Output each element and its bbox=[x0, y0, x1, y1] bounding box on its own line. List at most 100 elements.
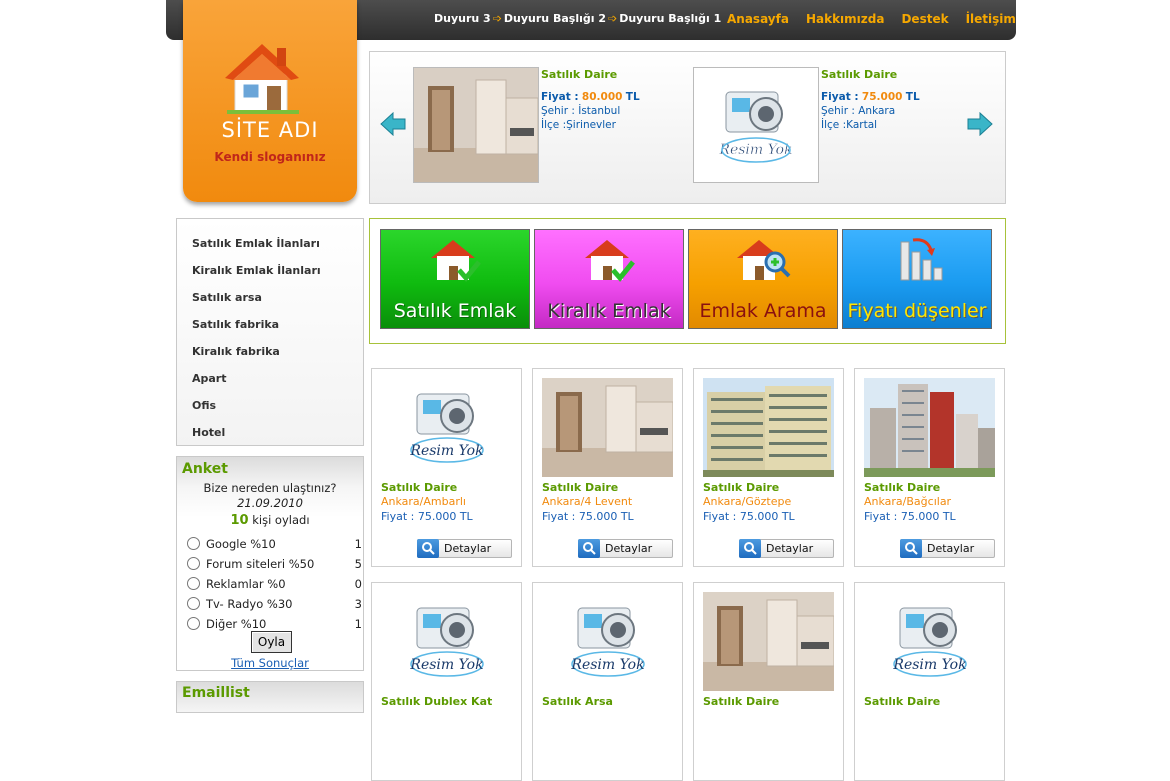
option-count: 3 bbox=[354, 597, 362, 611]
slide-title[interactable]: Satılık Daire bbox=[821, 68, 920, 82]
svg-text:Resim Yok: Resim Yok bbox=[570, 657, 644, 673]
vote-button[interactable]: Oyla bbox=[251, 631, 292, 653]
listing-card[interactable]: Resim Yok Satılık Arsa bbox=[532, 582, 683, 781]
radio-button[interactable] bbox=[187, 537, 200, 550]
listing-location: Ankara/Göztepe bbox=[703, 495, 792, 508]
no-image-placeholder: Resim Yok bbox=[864, 592, 995, 691]
radio-button[interactable] bbox=[187, 557, 200, 570]
sidebar-item-hotel[interactable]: Hotel bbox=[192, 426, 225, 439]
listing-card[interactable]: Satılık Daire bbox=[693, 582, 844, 781]
poll-vote-count: 10 kişi oyladı bbox=[177, 513, 363, 528]
vote-count: 10 bbox=[230, 513, 249, 528]
details-button[interactable]: Detaylar bbox=[739, 539, 834, 558]
no-image-placeholder: Resim Yok bbox=[694, 68, 818, 182]
poll-date: 21.09.2010 bbox=[237, 496, 303, 510]
nav-contact[interactable]: İletişim bbox=[966, 12, 1016, 26]
price-value: 75.000 bbox=[861, 91, 903, 103]
listing-card[interactable]: Resim Yok Satılık Dublex Kat bbox=[371, 582, 522, 781]
poll-option[interactable]: Tv- Radyo %30 3 bbox=[187, 597, 363, 611]
sidebar-item-kiralik-emlak[interactable]: Kiralık Emlak İlanları bbox=[192, 264, 321, 277]
sidebar-item-apart[interactable]: Apart bbox=[192, 372, 227, 385]
listing-price: Fiyat : 75.000 TL bbox=[703, 510, 795, 523]
listing-card[interactable]: Resim Yok Satılık Daire Ankara/Ambarlı Fiy… bbox=[371, 368, 522, 567]
option-count: 1 bbox=[354, 537, 362, 551]
option-label: Google %10 bbox=[206, 537, 276, 551]
listing-card[interactable]: Satılık Daire Ankara/Bağcılar Fiyat : 75.0… bbox=[854, 368, 1005, 567]
listing-photo[interactable] bbox=[703, 592, 834, 691]
announcement-item[interactable]: Duyuru Başlığı 1 bbox=[619, 12, 721, 25]
nav-about[interactable]: Hakkımızda bbox=[806, 12, 885, 26]
listing-location: Ankara/Ambarlı bbox=[381, 495, 466, 508]
listing-title[interactable]: Satılık Daire bbox=[381, 481, 457, 494]
listing-card[interactable]: Satılık Daire Ankara/Göztepe Fiyat : 75.00… bbox=[693, 368, 844, 567]
sidebar-item-kiralik-fabrika[interactable]: Kiralık fabrika bbox=[192, 345, 280, 358]
poll-option[interactable]: Diğer %10 1 bbox=[187, 617, 363, 631]
sidebar-item-satilik-emlak[interactable]: Satılık Emlak İlanları bbox=[192, 237, 320, 250]
radio-button[interactable] bbox=[187, 597, 200, 610]
featured-slider: Satılık Daire Fiyat : 80.000 TL Şehir : … bbox=[369, 51, 1006, 204]
arrow-left-icon[interactable] bbox=[380, 112, 406, 136]
details-button[interactable]: Detaylar bbox=[900, 539, 995, 558]
announcement-item[interactable]: Duyuru 3 bbox=[434, 12, 491, 25]
radio-button[interactable] bbox=[187, 577, 200, 590]
category-satilik-emlak[interactable]: Satılık Emlak bbox=[380, 229, 530, 329]
price-label: Fiyat : bbox=[541, 91, 579, 103]
sidebar-item-ofis[interactable]: Ofis bbox=[192, 399, 216, 412]
listing-photo[interactable]: Resim Yok bbox=[542, 592, 673, 691]
option-label: Forum siteleri %50 bbox=[206, 557, 315, 571]
no-image-placeholder: Resim Yok bbox=[542, 592, 673, 691]
slide-title[interactable]: Satılık Daire bbox=[541, 68, 640, 82]
all-results-link[interactable]: Tüm Sonuçlar bbox=[177, 656, 363, 670]
district: İlçe :Şirinevler bbox=[541, 119, 616, 131]
listing-photo[interactable] bbox=[703, 378, 834, 477]
radio-button[interactable] bbox=[187, 617, 200, 630]
slide-info: Satılık Daire Fiyat : 75.000 TL Şehir : … bbox=[821, 68, 920, 132]
sidebar-item-satilik-fabrika[interactable]: Satılık fabrika bbox=[192, 318, 279, 331]
category-label: Kiralık Emlak bbox=[547, 300, 671, 322]
listing-card[interactable]: Satılık Daire Ankara/4 Levent Fiyat : 75.0… bbox=[532, 368, 683, 567]
svg-text:Resim Yok: Resim Yok bbox=[718, 142, 792, 158]
category-kiralik-emlak[interactable]: Kiralık Emlak bbox=[534, 229, 684, 329]
house-check-icon bbox=[431, 240, 481, 282]
magnifier-icon bbox=[900, 539, 922, 558]
option-count: 1 bbox=[354, 617, 362, 631]
slide-photo[interactable] bbox=[413, 67, 539, 183]
nav-home[interactable]: Anasayfa bbox=[727, 12, 789, 26]
nav-support[interactable]: Destek bbox=[901, 12, 948, 26]
kitchen-photo bbox=[542, 378, 673, 477]
house-icon bbox=[225, 44, 299, 114]
listing-photo[interactable]: Resim Yok bbox=[864, 592, 995, 691]
svg-text:Resim Yok: Resim Yok bbox=[409, 657, 483, 673]
category-label: Satılık Emlak bbox=[393, 300, 517, 322]
tower-block-photo bbox=[864, 378, 995, 477]
price-value: 80.000 bbox=[581, 91, 623, 103]
listing-photo[interactable] bbox=[542, 378, 673, 477]
details-button[interactable]: Detaylar bbox=[578, 539, 673, 558]
poll-option[interactable]: Forum siteleri %50 5 bbox=[187, 557, 363, 571]
listing-photo[interactable] bbox=[864, 378, 995, 477]
category-label: Fiyatı düşenler bbox=[847, 300, 987, 322]
sidebar-menu: Satılık Emlak İlanları Kiralık Emlak İla… bbox=[176, 218, 364, 446]
listing-title[interactable]: Satılık Daire bbox=[864, 481, 940, 494]
poll-option[interactable]: Reklamlar %0 0 bbox=[187, 577, 363, 591]
category-fiyati-dusenler[interactable]: Fiyatı düşenler bbox=[842, 229, 992, 329]
listing-card[interactable]: Resim Yok Satılık Daire bbox=[854, 582, 1005, 781]
arrow-right-icon[interactable] bbox=[967, 112, 993, 136]
category-emlak-arama[interactable]: Emlak Arama bbox=[688, 229, 838, 329]
listing-photo[interactable]: Resim Yok bbox=[381, 592, 512, 691]
poll-option[interactable]: Google %10 1 bbox=[187, 537, 363, 551]
site-logo[interactable]: SİTE ADI Kendi sloganınız bbox=[183, 0, 357, 202]
listing-location: Ankara/Bağcılar bbox=[864, 495, 952, 508]
sidebar-item-satilik-arsa[interactable]: Satılık arsa bbox=[192, 291, 262, 304]
site-title: SİTE ADI bbox=[221, 118, 319, 142]
listing-title[interactable]: Satılık Daire bbox=[542, 481, 618, 494]
svg-text:Resim Yok: Resim Yok bbox=[409, 443, 483, 459]
listing-photo[interactable]: Resim Yok bbox=[381, 378, 512, 477]
details-button[interactable]: Detaylar bbox=[417, 539, 512, 558]
district: İlçe :Kartal bbox=[821, 119, 878, 131]
announcement-item[interactable]: Duyuru Başlığı 2 bbox=[504, 12, 606, 25]
slide-photo[interactable]: Resim Yok bbox=[693, 67, 819, 183]
option-label: Diğer %10 bbox=[206, 617, 267, 631]
listing-title[interactable]: Satılık Daire bbox=[703, 481, 779, 494]
vote-suffix: kişi oyladı bbox=[248, 513, 310, 527]
